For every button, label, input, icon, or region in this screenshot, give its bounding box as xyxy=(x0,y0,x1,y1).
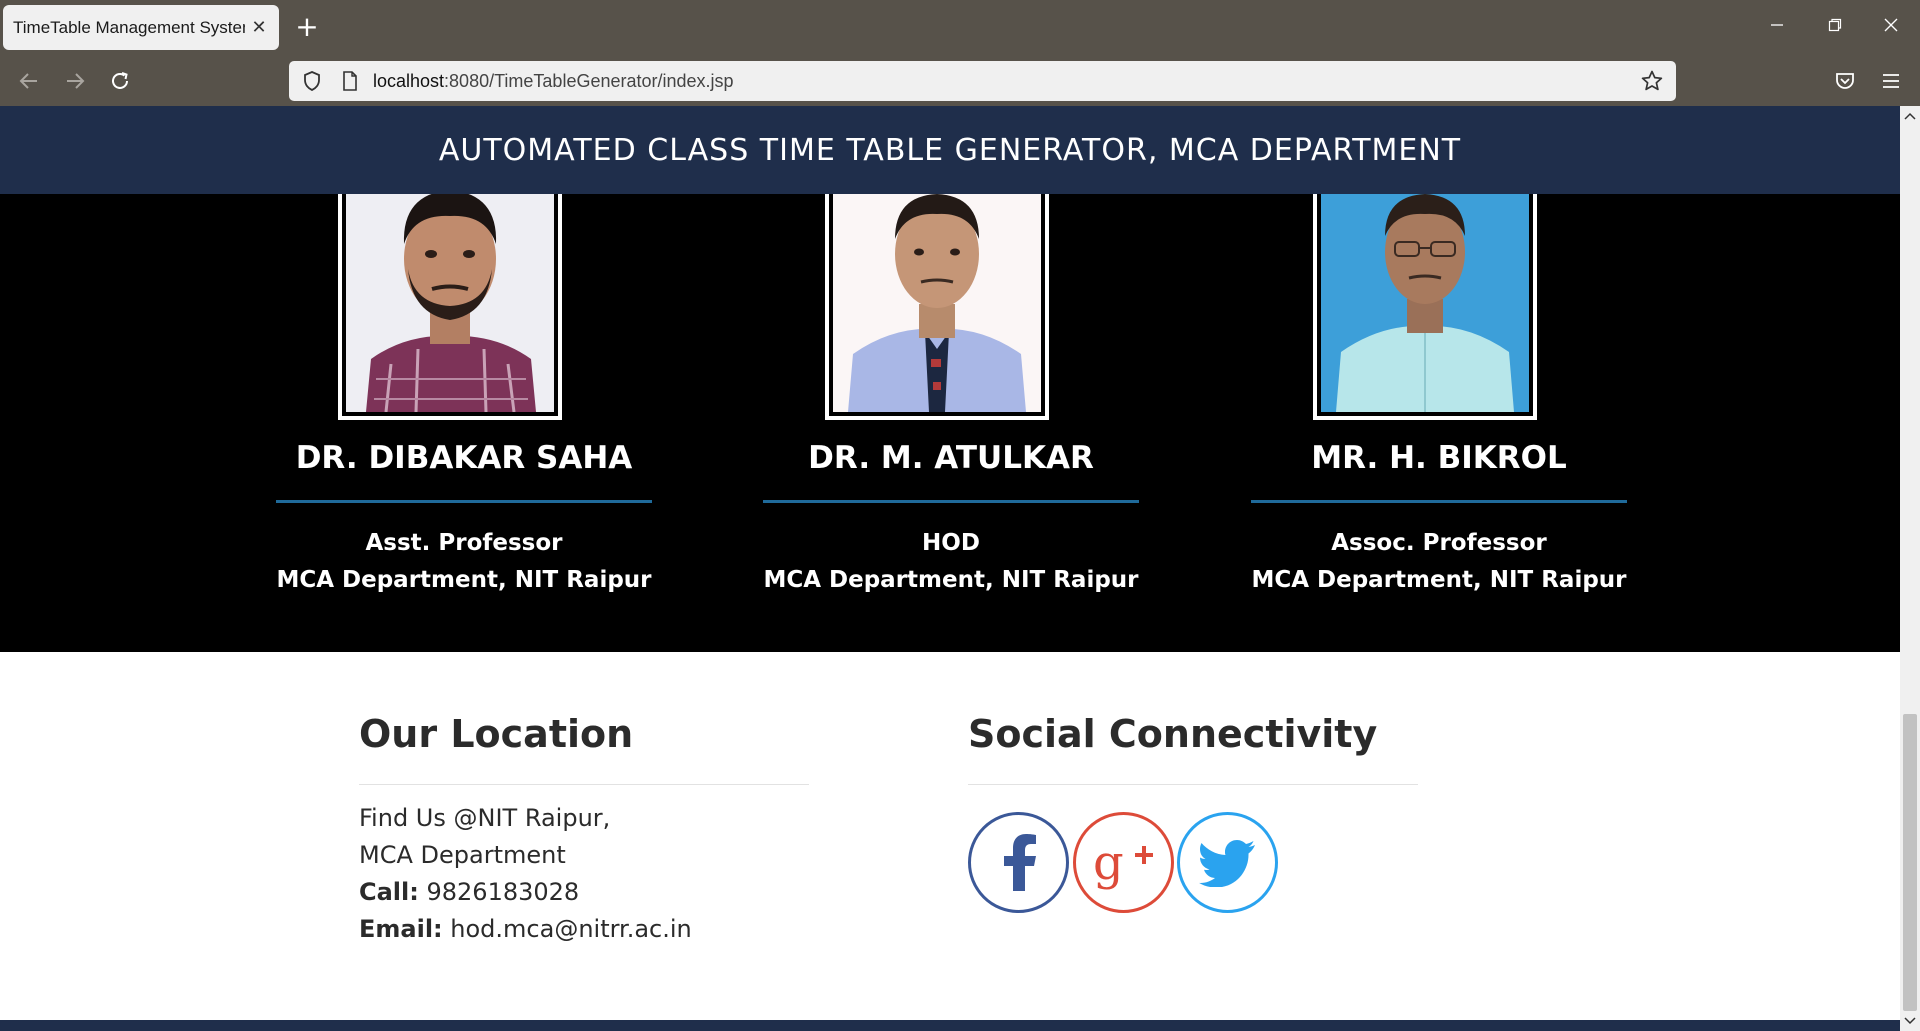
email-label: Email: xyxy=(359,915,443,943)
browser-tab-strip: TimeTable Management System ✕ + xyxy=(0,0,1920,54)
window-close-button[interactable] xyxy=(1866,10,1916,44)
social-divider xyxy=(968,784,1418,785)
shield-icon[interactable] xyxy=(297,66,327,96)
faculty-divider xyxy=(763,500,1139,503)
location-heading: Our Location xyxy=(359,712,634,756)
close-icon xyxy=(1884,18,1898,32)
pocket-button[interactable] xyxy=(1828,64,1862,98)
footer-bar xyxy=(0,1020,1900,1031)
faculty-role: Asst. Professor xyxy=(365,530,563,556)
bookmark-star-icon[interactable] xyxy=(1634,63,1670,99)
page-viewport: DR. DIBAKAR SAHA Asst. Professor MCA Dep… xyxy=(0,106,1900,1031)
app-menu-button[interactable] xyxy=(1874,64,1908,98)
arrow-left-icon xyxy=(19,73,37,89)
phone-label: Call: xyxy=(359,878,419,906)
twitter-link[interactable] xyxy=(1177,812,1278,913)
facebook-link[interactable] xyxy=(968,812,1069,913)
faculty-role: Assoc. Professor xyxy=(1331,530,1547,556)
location-line: Find Us @NIT Raipur, xyxy=(359,804,611,832)
faculty-divider xyxy=(1251,500,1627,503)
facebook-icon xyxy=(1003,833,1036,891)
email-value[interactable]: hod.mca@nitrr.ac.in xyxy=(443,915,691,943)
faculty-department: MCA Department, NIT Raipur xyxy=(276,567,652,593)
google-plus-icon: g xyxy=(1093,835,1153,891)
faculty-department: MCA Department, NIT Raipur xyxy=(1251,567,1627,593)
url-text[interactable]: localhost:8080/TimeTableGenerator/index.… xyxy=(373,71,1634,92)
faculty-name: DR. DIBAKAR SAHA xyxy=(295,440,633,476)
page-icon[interactable] xyxy=(335,66,365,96)
url-path: :8080/TimeTableGenerator/index.jsp xyxy=(444,70,734,91)
site-header: AUTOMATED CLASS TIME TABLE GENERATOR, MC… xyxy=(0,106,1900,194)
back-button[interactable] xyxy=(12,64,46,98)
twitter-icon xyxy=(1198,839,1255,887)
hamburger-menu-icon xyxy=(1883,74,1899,88)
faculty-divider xyxy=(276,500,652,503)
svg-text:g: g xyxy=(1093,835,1124,891)
minimize-icon xyxy=(1771,24,1783,26)
faculty-role: HOD xyxy=(922,530,980,556)
window-restore-button[interactable] xyxy=(1810,10,1860,44)
faculty-name: MR. H. BIKROL xyxy=(1311,440,1567,476)
address-bar[interactable]: localhost:8080/TimeTableGenerator/index.… xyxy=(289,61,1676,101)
contact-email: Email: hod.mca@nitrr.ac.in xyxy=(359,915,692,943)
location-divider xyxy=(359,784,809,785)
arrow-right-icon xyxy=(67,73,85,89)
faculty-department: MCA Department, NIT Raipur xyxy=(763,567,1139,593)
faculty-name: DR. M. ATULKAR xyxy=(808,440,1094,476)
contact-phone: Call: 9826183028 xyxy=(359,878,579,906)
phone-value: 9826183028 xyxy=(418,878,580,906)
page-scrollbar[interactable] xyxy=(1900,106,1920,1031)
tab-close-icon[interactable]: ✕ xyxy=(245,17,273,38)
pocket-icon xyxy=(1836,73,1854,89)
tab-title: TimeTable Management System xyxy=(13,17,245,37)
browser-toolbar: localhost:8080/TimeTableGenerator/index.… xyxy=(0,54,1920,106)
scrollbar-thumb[interactable] xyxy=(1903,714,1917,1011)
restore-icon xyxy=(1828,18,1842,32)
google-plus-link[interactable]: g xyxy=(1073,812,1174,913)
new-tab-button[interactable]: + xyxy=(292,10,322,44)
reload-icon xyxy=(112,72,128,89)
contact-section: Our Location Find Us @NIT Raipur, MCA De… xyxy=(0,652,1900,1022)
scroll-up-arrow-icon[interactable] xyxy=(1900,106,1920,126)
window-minimize-button[interactable] xyxy=(1752,10,1802,44)
page-title: AUTOMATED CLASS TIME TABLE GENERATOR, MC… xyxy=(438,132,1462,168)
forward-button[interactable] xyxy=(58,64,92,98)
browser-tab[interactable]: TimeTable Management System ✕ xyxy=(3,5,279,50)
reload-button[interactable] xyxy=(103,64,137,98)
scroll-down-arrow-icon[interactable] xyxy=(1900,1011,1920,1031)
social-heading: Social Connectivity xyxy=(968,712,1378,756)
url-host: localhost xyxy=(373,70,445,91)
location-line: MCA Department xyxy=(359,841,566,869)
